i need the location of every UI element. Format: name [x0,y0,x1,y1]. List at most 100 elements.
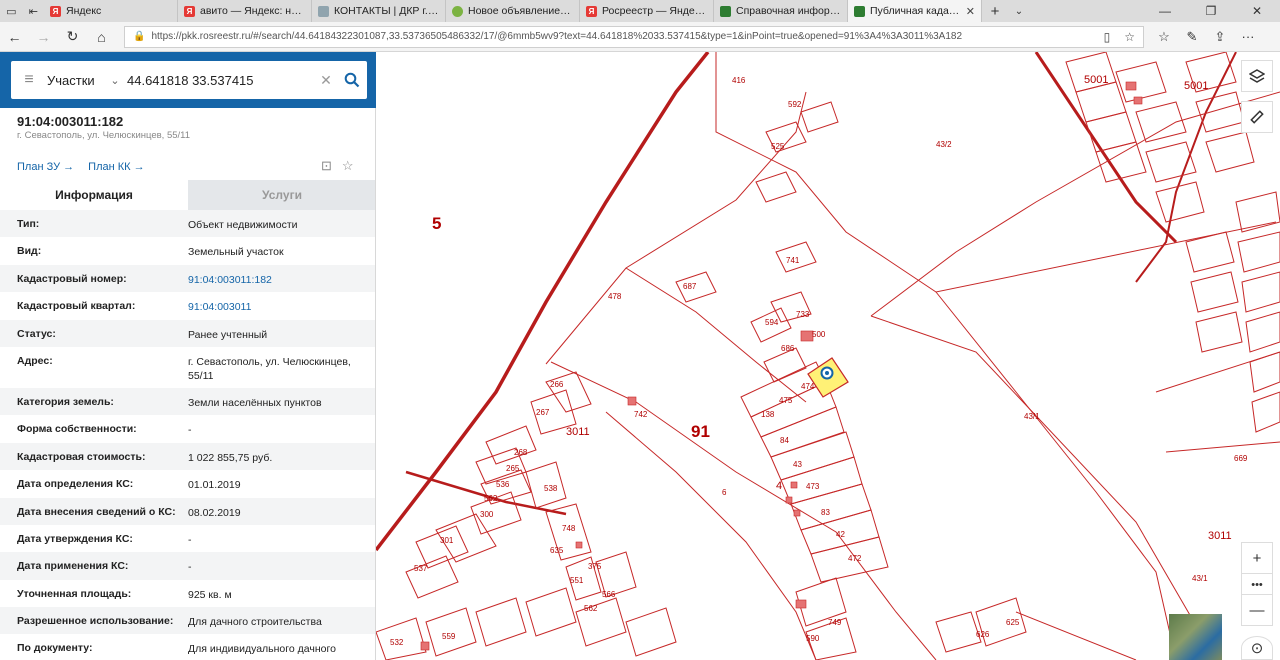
bookmark-star-icon[interactable]: ☆ [342,158,354,174]
map-parcel-label: 6 [722,488,727,497]
basemap-switcher[interactable] [1169,614,1222,660]
browser-system-buttons: ▭ ⇤ [0,0,44,22]
home-icon[interactable]: ⌂ [87,29,116,45]
favorites-list-icon[interactable]: ☆ [1150,29,1178,45]
zoom-out-button[interactable]: — [1241,594,1273,626]
map-block-label: 5 [432,214,442,233]
zoom-to-object-icon[interactable]: ⊡ [321,158,332,174]
info-row-value: Для индивидуального дачного [188,643,336,656]
yandex-icon: Я [586,5,597,17]
search-icon [344,72,360,88]
info-row: По документу: Для индивидуального дачного [0,634,375,660]
zoom-more-button[interactable]: ••• [1241,574,1273,596]
avito-icon [452,5,463,17]
search-button[interactable] [337,72,367,88]
reading-view-icon[interactable]: ▯ [1104,30,1111,44]
info-row-value: Земельный участок [188,246,284,259]
browser-tab[interactable]: КОНТАКТЫ | ДКР г.Севасто [312,0,446,22]
search-box: ≡ Участки ⌄ 44.641818 33.537415 ✕ [11,61,367,99]
ruler-icon [1250,110,1264,124]
new-tab-button[interactable]: + [982,0,1008,22]
favorite-star-icon[interactable]: ☆ [1124,30,1135,44]
restore-icon[interactable]: ❐ [1188,0,1234,22]
browser-tab[interactable]: Новое объявление — Объ [446,0,580,22]
map-parcel-label: 594 [765,318,779,327]
info-row: Дата определения КС: 01.01.2019 [0,470,375,497]
rosreestr-icon [854,5,865,17]
info-row-value: - [188,424,192,437]
forward-arrow-icon[interactable]: → [29,29,58,45]
browser-toolbar: ☆ ✎ ⇪ ··· [1150,29,1262,45]
plan-zu-link[interactable]: План ЗУ → [17,161,74,173]
plus-icon: + [1252,549,1262,567]
close-window-icon[interactable]: ✕ [1234,0,1280,22]
map-parcel-label: 687 [683,282,697,291]
tab-back-icon[interactable]: ⇤ [29,5,38,18]
tab-title: Новое объявление — Объ [468,5,573,17]
info-row-value: - [188,533,192,546]
info-row-link[interactable]: 91:04:003011 [188,300,359,314]
info-row: Тип: Объект недвижимости [0,210,375,238]
more-icon[interactable]: ··· [1234,29,1262,45]
minimize-icon[interactable]: — [1142,0,1188,22]
info-row: Кадастровая стоимость: 1 022 855,75 руб. [0,442,375,471]
info-row-value: - [188,561,192,574]
info-row: Категория земель: Земли населённых пункто… [0,387,375,416]
info-row-key: Тип: [17,218,40,230]
close-tab-icon[interactable]: ✕ [966,5,975,18]
map-parcel-label: 562 [484,494,498,503]
map-parcel-label: 43/1 [1024,412,1040,421]
map-parcel-label: 138 [761,410,775,419]
arrow-right-icon: → [63,161,75,173]
plan-zu-label: План ЗУ [17,161,61,173]
cadastral-map[interactable]: 416 592 525 43/2 5 741 478 687 733 594 5… [376,52,1280,660]
map-block-label: 3011 [566,426,590,438]
plan-kk-label: План КК [88,161,131,173]
info-row: Дата утверждения КС: - [0,525,375,552]
tab-preview-icon[interactable]: ▭ [6,5,16,18]
search-type-select[interactable]: Участки [47,73,103,88]
tab-services[interactable]: Услуги [188,180,375,210]
ruler-button[interactable] [1241,101,1273,133]
map-parcel-label: 559 [442,632,456,641]
info-row-value: Для дачного строительства [188,616,322,629]
search-input[interactable]: 44.641818 33.537415 [127,73,315,88]
plan-kk-link[interactable]: План КК → [88,161,144,173]
info-row-value: 925 кв. м [188,588,232,601]
browser-tab[interactable]: Я Яндекс [44,0,178,22]
browser-tab-active[interactable]: Публичная кадастрова ✕ [848,0,982,22]
pen-icon[interactable]: ✎ [1178,29,1206,45]
map-parcel-label: 749 [828,618,842,627]
info-row-key: Статус: [17,327,56,340]
map-parcel-label: 267 [536,408,550,417]
chevron-down-icon[interactable]: ⌄ [103,74,127,87]
url-text: https://pkk.rosreestr.ru/#/search/44.641… [151,31,963,42]
tab-list-chevron-icon[interactable]: ⌄ [1008,0,1030,22]
info-row: Статус: Ранее учтенный [0,319,375,347]
layers-button[interactable] [1241,60,1273,92]
info-row-key: Кадастровый номер: [17,272,127,285]
url-field[interactable]: 🔒 https://pkk.rosreestr.ru/#/search/44.6… [124,25,1144,48]
arrow-right-icon: → [133,161,145,173]
object-header: 91:04:003011:182 г. Севастополь, ул. Чел… [17,114,190,141]
clear-icon[interactable]: ✕ [315,72,337,89]
map-parcel-label: 42 [836,530,845,539]
browser-tab[interactable]: Справочная информация [714,0,848,22]
map-parcel-label: 538 [544,484,558,493]
back-arrow-icon[interactable]: ← [0,29,29,45]
tab-information[interactable]: Информация [0,180,188,210]
refresh-icon[interactable]: ↻ [58,28,87,45]
menu-icon[interactable]: ≡ [11,71,47,89]
layers-icon [1249,69,1265,83]
info-row-value: Объект недвижимости [188,219,298,231]
map-parcel-label: 748 [562,524,576,533]
browser-tab[interactable]: Я авито — Яндекс: нашлось [178,0,312,22]
map-parcel-label: 551 [570,576,584,585]
tab-title: Публичная кадастрова [870,5,961,17]
compass-button[interactable]: ⊙ [1241,636,1273,660]
share-icon[interactable]: ⇪ [1206,29,1234,45]
map-parcel-label: 301 [440,536,454,545]
info-row-link[interactable]: 91:04:003011:182 [188,273,359,287]
zoom-in-button[interactable]: + [1241,542,1273,574]
browser-tab[interactable]: Я Росреестр — Яндекс: нашл [580,0,714,22]
